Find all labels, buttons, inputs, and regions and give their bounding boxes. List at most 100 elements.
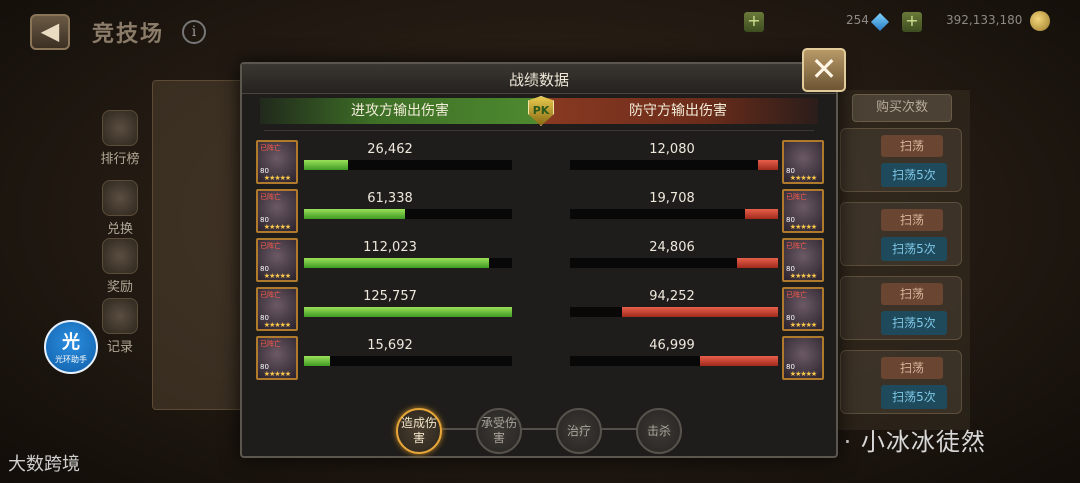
nav-label: 记录 (106, 340, 133, 355)
dead-tag: 已阵亡 (260, 144, 281, 152)
attacker-portrait[interactable]: 已阵亡 80 ★★★★★ (256, 140, 298, 184)
sweep-button[interactable]: 扫荡 (881, 283, 943, 305)
star-rating-icon: ★★★★★ (789, 321, 817, 329)
sweep-card: 扫荡 扫荡5次 (840, 276, 962, 340)
defend-damage-bar (622, 307, 778, 317)
sweep5-button[interactable]: 扫荡5次 (881, 237, 947, 261)
assistant-button[interactable]: 光 光环助手 (44, 320, 98, 374)
divider (264, 130, 814, 131)
watermark-left: 大数跨境 (8, 454, 80, 475)
attacker-portrait[interactable]: 已阵亡 80 ★★★★★ (256, 238, 298, 282)
close-icon: ✕ (810, 50, 838, 88)
diamond-icon (870, 12, 890, 32)
add-gold-button[interactable]: + (902, 12, 922, 32)
nav-label: 排行榜 (100, 152, 140, 167)
dead-tag: 已阵亡 (786, 291, 807, 299)
tab-kills[interactable]: 击杀 (636, 408, 682, 454)
defender-portrait[interactable]: 80 ★★★★★ (782, 336, 824, 380)
nav-label: 兑换 (106, 222, 133, 237)
attack-damage-bar-track (304, 356, 512, 366)
dead-tag: 已阵亡 (786, 193, 807, 201)
nav-ranking[interactable]: 排行榜 (90, 110, 150, 167)
screen-title: 竞技场 (92, 22, 165, 47)
sweep-button[interactable]: 扫荡 (881, 209, 943, 231)
defend-damage-bar-track (570, 356, 778, 366)
top-bar: ◀ 竞技场 i + 254 + 392,133,180 (0, 0, 1080, 62)
defender-portrait[interactable]: 已阵亡 80 ★★★★★ (782, 287, 824, 331)
sweep-card: 扫荡 扫荡5次 (840, 128, 962, 192)
chest-icon (102, 238, 138, 274)
sweep5-button[interactable]: 扫荡5次 (881, 311, 947, 335)
nav-records[interactable]: 记录 (90, 298, 150, 355)
attacker-portrait[interactable]: 已阵亡 80 ★★★★★ (256, 336, 298, 380)
attack-damage-value: 15,692 (367, 338, 413, 353)
dead-tag: 已阵亡 (260, 291, 281, 299)
gold-count: 392,133,180 (946, 13, 1023, 27)
star-rating-icon: ★★★★★ (263, 223, 291, 231)
dialog-title: 战绩数据 (508, 71, 569, 89)
tab-healing[interactable]: 治疗 (556, 408, 602, 454)
star-rating-icon: ★★★★★ (789, 370, 817, 378)
attack-damage-bar (304, 307, 512, 317)
gems-count: 254 (846, 13, 869, 27)
attack-damage-bar (304, 258, 489, 268)
scroll-icon (102, 298, 138, 334)
dead-tag: 已阵亡 (260, 242, 281, 250)
sweep-button[interactable]: 扫荡 (881, 357, 943, 379)
nav-label: 奖励 (106, 280, 133, 295)
star-rating-icon: ★★★★★ (263, 174, 291, 182)
defend-damage-bar-track (570, 160, 778, 170)
attack-damage-value: 61,338 (367, 191, 413, 206)
nav-rewards[interactable]: 奖励 (90, 238, 150, 295)
defender-portrait[interactable]: 80 ★★★★★ (782, 140, 824, 184)
defender-portrait[interactable]: 已阵亡 80 ★★★★★ (782, 189, 824, 233)
trophy-icon (102, 110, 138, 146)
star-rating-icon: ★★★★★ (789, 223, 817, 231)
sweep-button[interactable]: 扫荡 (881, 135, 943, 157)
attacker-portrait[interactable]: 已阵亡 80 ★★★★★ (256, 189, 298, 233)
sweep5-button[interactable]: 扫荡5次 (881, 385, 947, 409)
background-panel (152, 80, 244, 410)
attack-damage-bar (304, 160, 348, 170)
sweep5-button[interactable]: 扫荡5次 (881, 163, 947, 187)
tab-damage-taken[interactable]: 承受伤害 (476, 408, 522, 454)
star-rating-icon: ★★★★★ (263, 321, 291, 329)
exchange-icon (102, 180, 138, 216)
star-rating-icon: ★★★★★ (263, 370, 291, 378)
defend-damage-value: 12,080 (649, 142, 695, 157)
defend-damage-bar (758, 160, 778, 170)
dead-tag: 已阵亡 (786, 242, 807, 250)
attack-damage-bar-track (304, 160, 512, 170)
defend-damage-bar (745, 209, 778, 219)
gold-coin-icon (1030, 11, 1050, 31)
defender-portrait[interactable]: 已阵亡 80 ★★★★★ (782, 238, 824, 282)
attack-damage-bar-track (304, 307, 512, 317)
attack-damage-bar (304, 356, 330, 366)
tab-damage-dealt[interactable]: 造成伤害 (396, 408, 442, 454)
stats-row: 已阵亡 80 ★★★★★ 112,023 24,806 已阵亡 80 ★★★★★ (242, 238, 836, 286)
assistant-glyph: 光 (62, 332, 80, 353)
attack-damage-value: 26,462 (367, 142, 413, 157)
back-button[interactable]: ◀ (30, 14, 70, 50)
defend-damage-bar (700, 356, 778, 366)
defend-damage-bar-track (570, 209, 778, 219)
attack-damage-value: 125,757 (363, 289, 417, 304)
defend-damage-value: 19,708 (649, 191, 695, 206)
dead-tag: 已阵亡 (260, 193, 281, 201)
stat-tabs: 造成伤害 承受伤害 治疗 击杀 (392, 404, 712, 458)
add-gems-button[interactable]: + (744, 12, 764, 32)
defend-damage-value: 46,999 (649, 338, 695, 353)
defend-damage-header: 防守方输出伤害 (538, 98, 818, 124)
attack-damage-value: 112,023 (363, 240, 417, 255)
defend-damage-value: 24,806 (649, 240, 695, 255)
buy-attempts-button[interactable]: 购买次数 (852, 94, 952, 122)
stats-row: 已阵亡 80 ★★★★★ 26,462 12,080 80 ★★★★★ (242, 140, 836, 188)
dialog-header: 战绩数据 (242, 64, 836, 94)
star-rating-icon: ★★★★★ (789, 272, 817, 280)
close-button[interactable]: ✕ (802, 48, 846, 92)
star-rating-icon: ★★★★★ (789, 174, 817, 182)
attacker-portrait[interactable]: 已阵亡 80 ★★★★★ (256, 287, 298, 331)
defend-damage-bar-track (570, 258, 778, 268)
info-icon[interactable]: i (182, 20, 206, 44)
nav-exchange[interactable]: 兑换 (90, 180, 150, 237)
